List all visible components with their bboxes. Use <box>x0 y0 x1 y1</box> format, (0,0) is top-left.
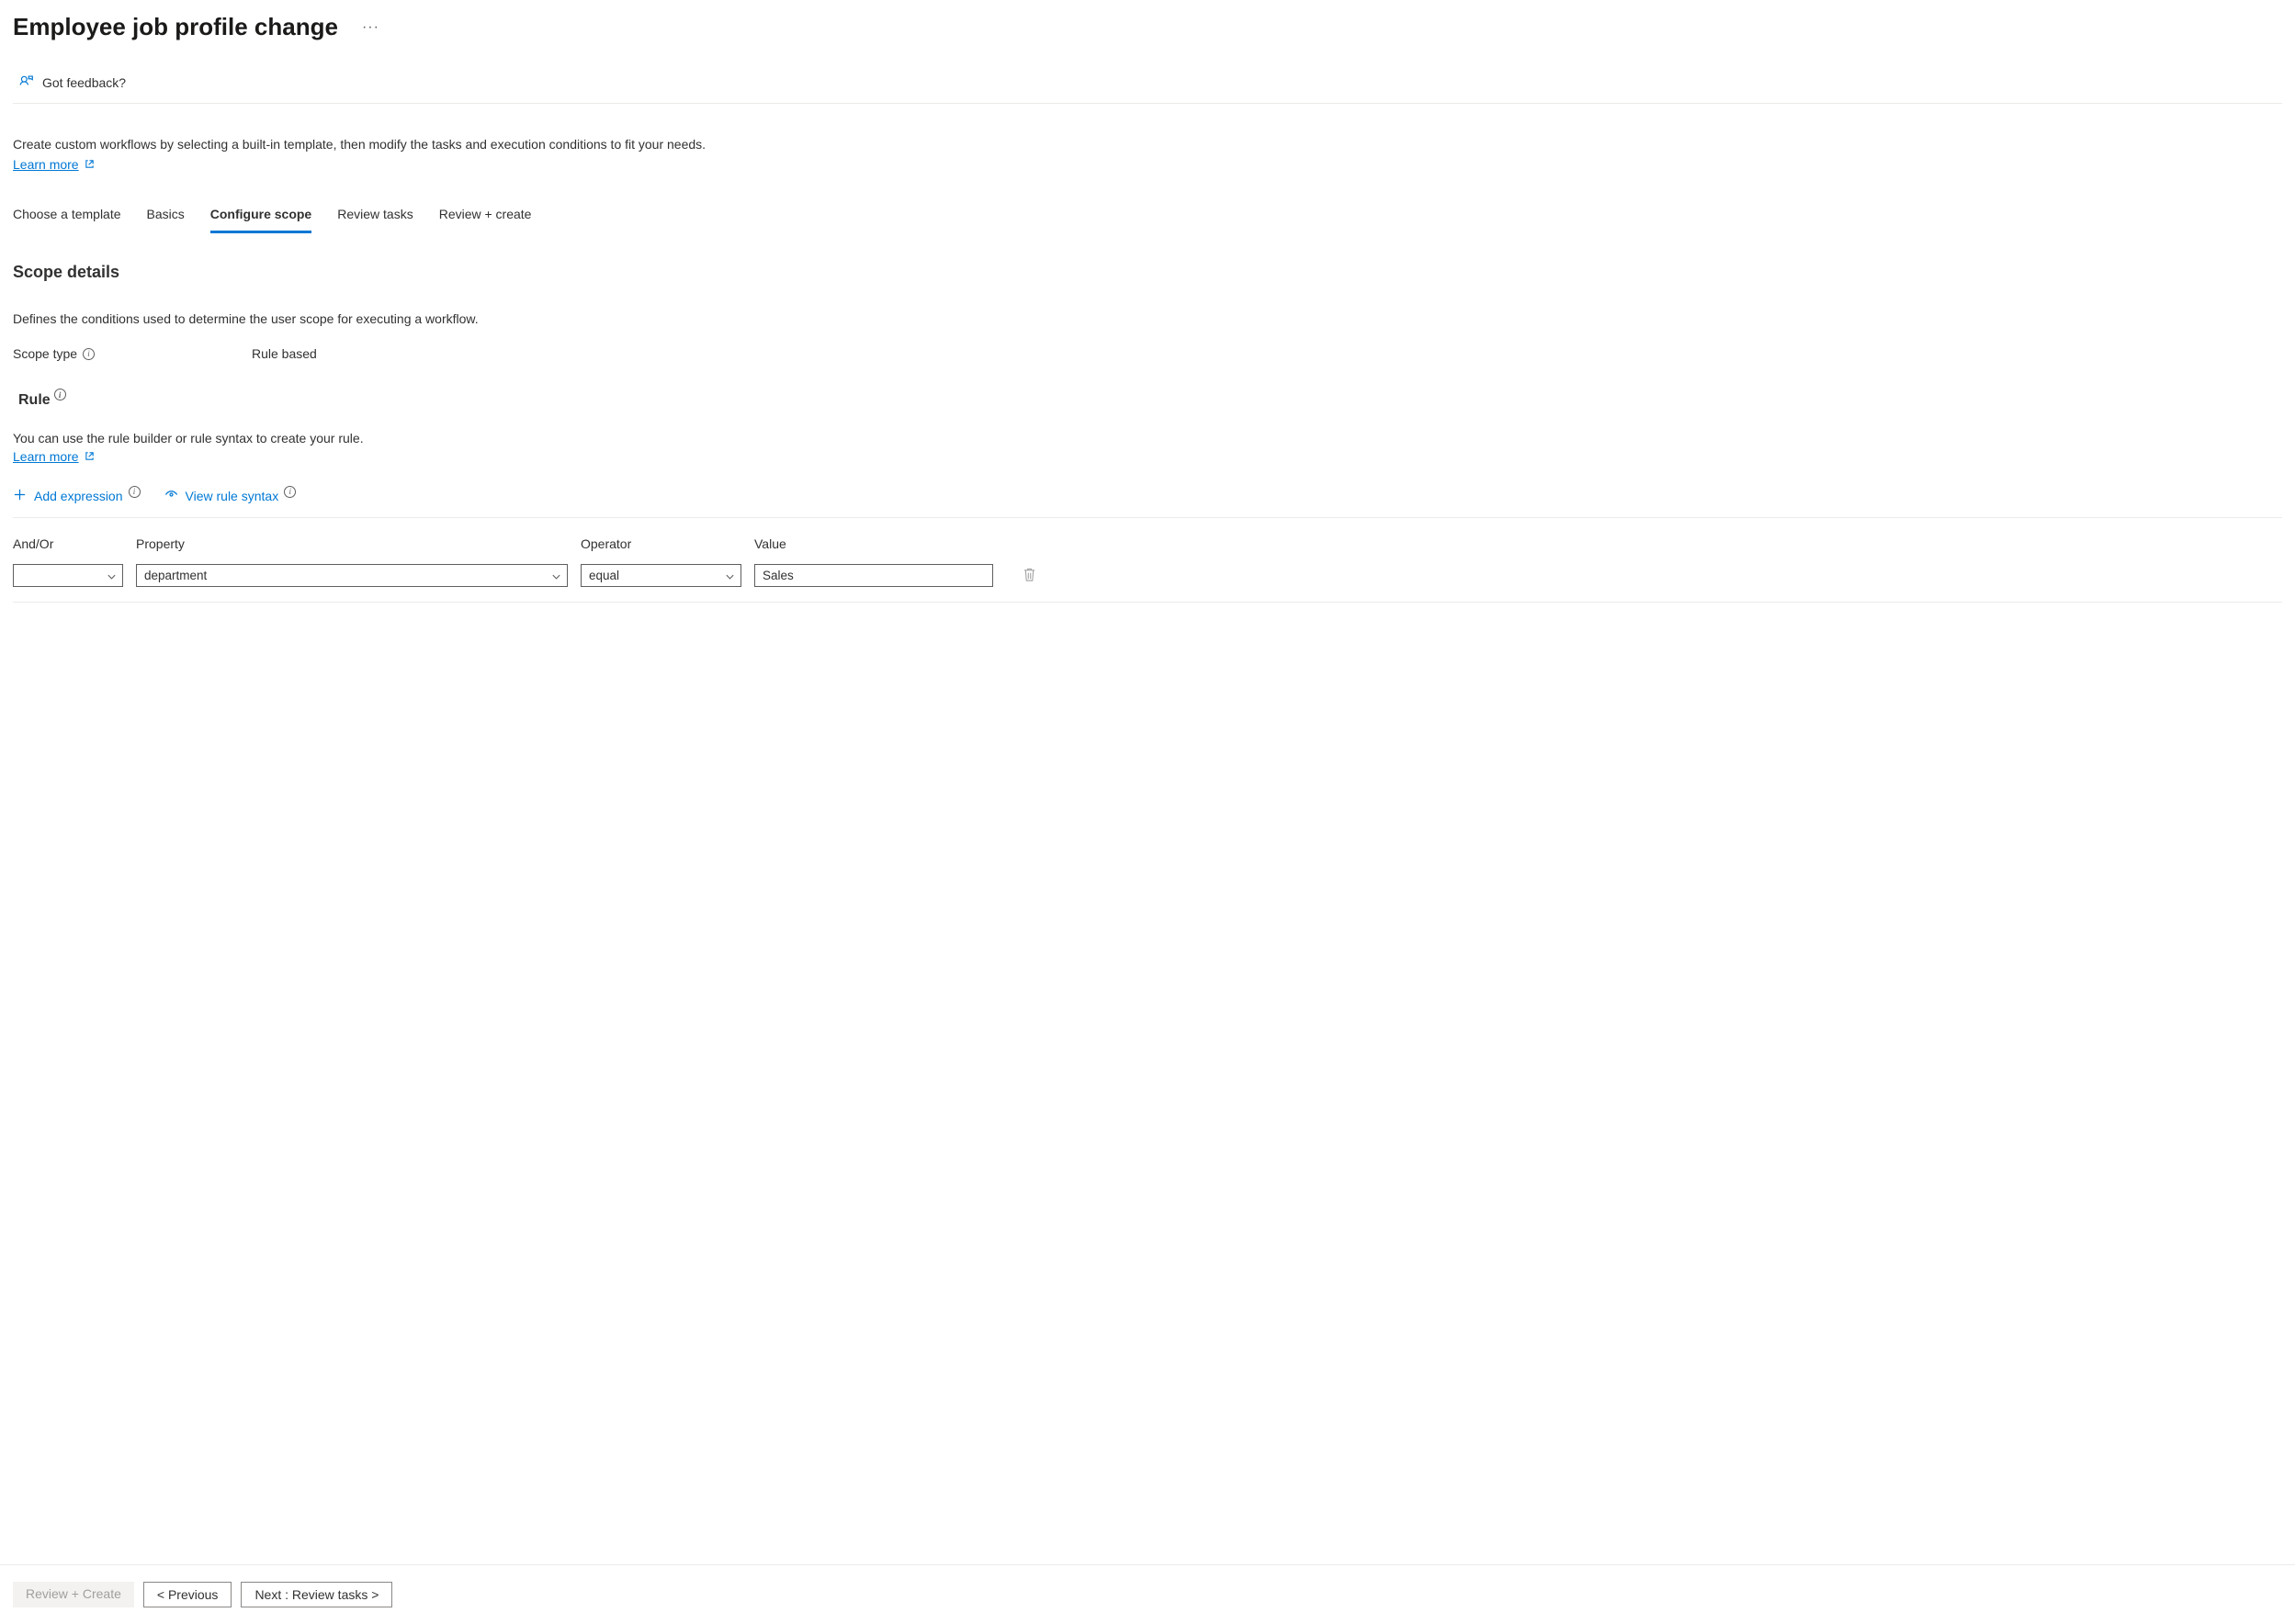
add-expression-label: Add expression <box>34 489 123 503</box>
previous-button[interactable]: < Previous <box>143 1582 232 1607</box>
col-value: Value <box>754 536 993 551</box>
view-rule-syntax-label: View rule syntax <box>186 489 279 503</box>
tab-review-create[interactable]: Review + create <box>439 201 532 233</box>
more-actions-button[interactable]: ··· <box>358 17 383 38</box>
info-icon[interactable]: i <box>83 348 95 360</box>
add-expression-button[interactable]: Add expression i <box>13 488 141 504</box>
tab-review-tasks[interactable]: Review tasks <box>337 201 413 233</box>
col-property: Property <box>136 536 568 551</box>
rule-heading: Rule <box>18 392 51 409</box>
scope-type-value: Rule based <box>252 346 317 361</box>
page-title: Employee job profile change <box>13 13 338 41</box>
scope-details-description: Defines the conditions used to determine… <box>13 311 2282 326</box>
external-link-icon <box>85 157 95 172</box>
chevron-down-icon <box>551 570 561 581</box>
trash-icon <box>1023 567 1036 585</box>
operator-value: equal <box>589 569 619 582</box>
review-create-button: Review + Create <box>13 1582 134 1607</box>
learn-more-label: Learn more <box>13 157 79 172</box>
tab-basics[interactable]: Basics <box>147 201 185 233</box>
next-button[interactable]: Next : Review tasks > <box>241 1582 392 1607</box>
property-select[interactable]: department <box>136 564 568 587</box>
rule-learn-more-link[interactable]: Learn more <box>13 449 95 464</box>
value-text: Sales <box>763 569 794 582</box>
learn-more-link[interactable]: Learn more <box>13 157 95 172</box>
scope-details-heading: Scope details <box>13 263 2282 282</box>
info-icon[interactable]: i <box>284 486 296 498</box>
col-operator: Operator <box>581 536 741 551</box>
intro-text: Create custom workflows by selecting a b… <box>13 137 2282 152</box>
col-and-or: And/Or <box>13 536 123 551</box>
wizard-tabs: Choose a template Basics Configure scope… <box>13 201 2282 233</box>
tab-configure-scope[interactable]: Configure scope <box>210 201 311 233</box>
feedback-icon <box>18 73 35 92</box>
property-value: department <box>144 569 207 582</box>
operator-select[interactable]: equal <box>581 564 741 587</box>
scope-type-label: Scope type <box>13 346 77 361</box>
feedback-button[interactable]: Got feedback? <box>13 67 2282 104</box>
external-link-icon <box>85 449 95 464</box>
view-rule-syntax-button[interactable]: View rule syntax i <box>164 488 297 504</box>
value-input[interactable]: Sales <box>754 564 993 587</box>
info-icon[interactable]: i <box>54 389 66 400</box>
chevron-down-icon <box>725 570 735 581</box>
wizard-footer: Review + Create < Previous Next : Review… <box>0 1564 2295 1624</box>
chevron-down-icon <box>107 570 117 581</box>
eye-icon <box>164 488 178 504</box>
tab-choose-template[interactable]: Choose a template <box>13 201 121 233</box>
rule-row: department equal Sales <box>13 564 2282 603</box>
learn-more-label: Learn more <box>13 449 79 464</box>
plus-icon <box>13 488 27 504</box>
and-or-select[interactable] <box>13 564 123 587</box>
feedback-label: Got feedback? <box>42 75 126 90</box>
info-icon[interactable]: i <box>129 486 141 498</box>
rule-description: You can use the rule builder or rule syn… <box>13 431 2282 445</box>
delete-rule-button[interactable] <box>1006 567 1052 585</box>
